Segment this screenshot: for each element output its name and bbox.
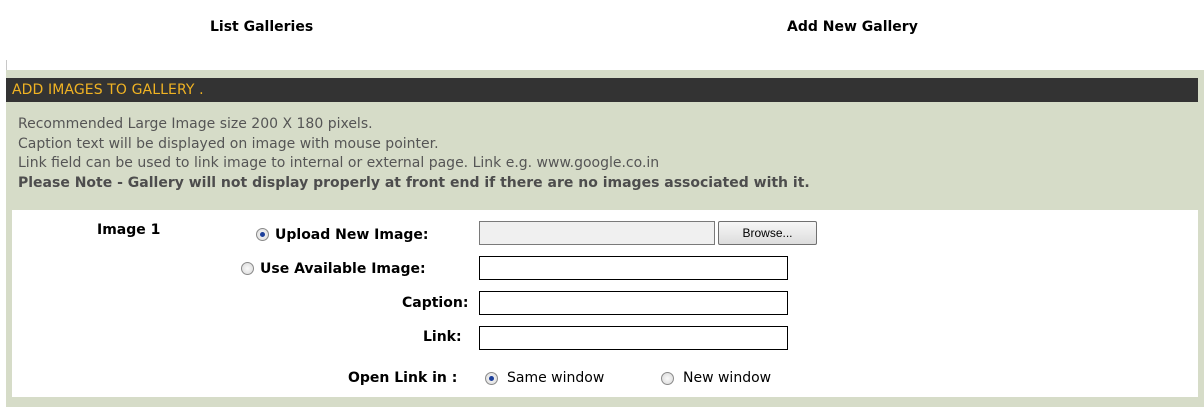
panel-header: ADD IMAGES TO GALLERY . (6, 78, 1198, 102)
tab-bar: List Galleries Add New Gallery (0, 0, 1198, 60)
new-window-radio[interactable] (661, 372, 674, 385)
browse-button[interactable]: Browse... (718, 221, 817, 245)
instruction-caption: Caption text will be displayed on image … (18, 135, 439, 152)
caption-label: Caption: (402, 295, 469, 311)
instruction-link: Link field can be used to link image to … (18, 155, 660, 171)
link-input[interactable] (479, 326, 788, 350)
instruction-note: Please Note - Gallery will not display p… (18, 174, 810, 191)
same-window-label: Same window (507, 370, 605, 386)
instructions: Recommended Large Image size 200 X 180 p… (18, 115, 1198, 193)
open-link-label: Open Link in : (348, 370, 458, 386)
new-window-label: New window (683, 370, 772, 386)
use-available-image-radio[interactable] (241, 262, 254, 275)
available-image-input[interactable] (479, 256, 788, 280)
link-label: Link: (423, 329, 462, 345)
upload-file-field[interactable] (479, 221, 715, 245)
tab-add-new-gallery[interactable]: Add New Gallery (787, 19, 918, 35)
use-available-image-label: Use Available Image: (260, 261, 426, 277)
instruction-image-size: Recommended Large Image size 200 X 180 p… (18, 116, 373, 132)
caption-input[interactable] (479, 291, 788, 315)
same-window-radio[interactable] (485, 372, 498, 385)
upload-new-image-radio[interactable] (256, 228, 269, 241)
image-label: Image 1 (97, 222, 161, 238)
upload-new-image-label: Upload New Image: (275, 227, 429, 243)
tab-list-galleries[interactable]: List Galleries (210, 19, 313, 35)
